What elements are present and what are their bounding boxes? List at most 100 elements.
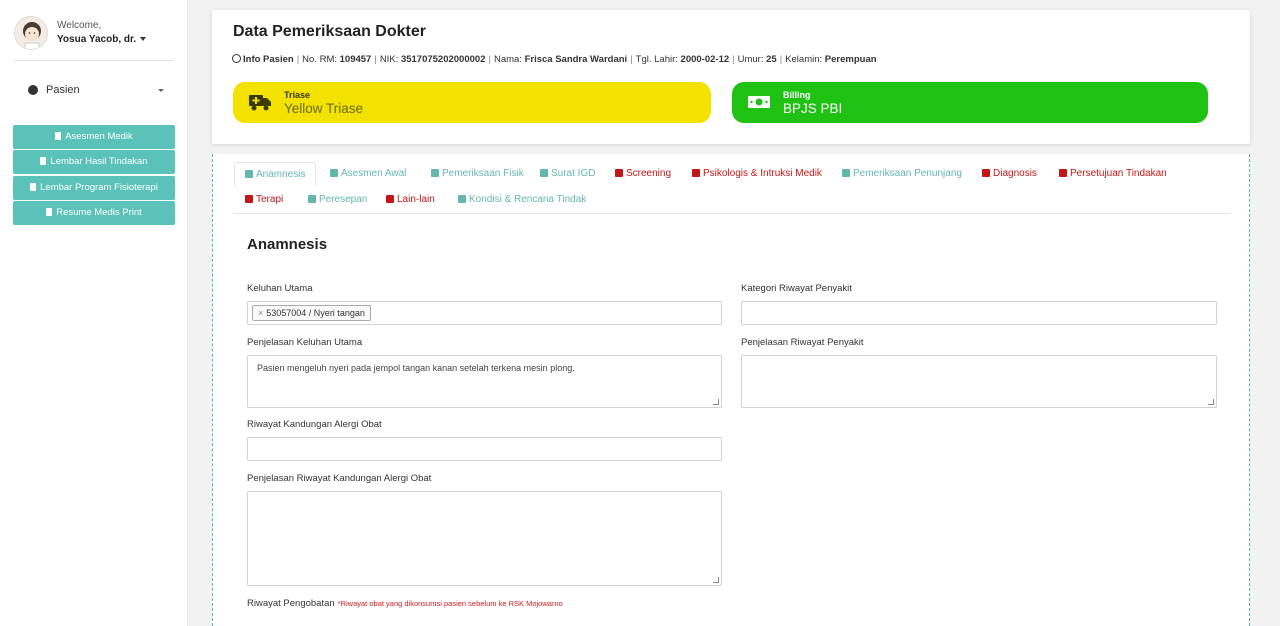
no-rm-label: No. RM: <box>302 54 337 65</box>
sidebar-item-pasien[interactable]: Pasien <box>14 78 174 102</box>
billing-value: BPJS PBI <box>783 101 843 116</box>
caret-down-icon <box>140 37 147 42</box>
welcome-text: Welcome, <box>57 20 102 31</box>
tab-label: Persetujuan Tindakan <box>1070 168 1167 179</box>
globe-icon <box>28 85 38 95</box>
tab-surat-igd[interactable]: Surat IGD <box>540 162 595 186</box>
patient-header-card: Data Pemeriksaan Dokter Info Pasien | No. … <box>212 10 1250 144</box>
chevron-down-icon <box>158 89 164 92</box>
tab-bar: Anamnesis Asesmen Awal Pemeriksaan Fisik… <box>234 162 1230 214</box>
triase-label: Triase <box>284 90 311 100</box>
file-icon <box>46 208 53 216</box>
nama-label: Nama: <box>493 54 522 65</box>
billing-box: Billing BPJS PBI <box>732 82 1208 123</box>
tab-terapi[interactable]: Terapi <box>245 188 283 212</box>
avatar <box>14 16 48 50</box>
section-title: Anamnesis <box>247 236 328 253</box>
keluhan-utama-label: Keluhan Utama <box>247 283 313 294</box>
user-profile[interactable]: Welcome, Yosua Yacob, dr. <box>14 16 184 52</box>
keluhan-utama-select[interactable]: × 53057004 / Nyeri tangan <box>247 301 722 325</box>
penjelasan-alergi-textarea[interactable] <box>247 491 722 586</box>
no-rm-value: 109457 <box>339 54 372 65</box>
tag-text: 53057004 / Nyeri tangan <box>266 308 365 318</box>
medkit-icon <box>982 169 990 177</box>
tab-label: Screening <box>626 168 672 179</box>
tab-label: Lain-lain <box>397 194 435 205</box>
triase-box: Triase Yellow Triase <box>233 82 711 123</box>
billing-label: Billing <box>783 90 811 100</box>
alergi-label: Riwayat Kandungan Alergi Obat <box>247 419 382 430</box>
button-label: Resume Medis Print <box>56 207 142 218</box>
tab-psikologis[interactable]: Psikologis & Intruksi Medik <box>692 162 822 186</box>
remove-tag-icon[interactable]: × <box>258 308 263 318</box>
hospital-icon <box>842 169 850 177</box>
sidebar-divider <box>14 60 174 61</box>
money-icon <box>748 96 770 108</box>
tab-peresepan[interactable]: Peresepan <box>308 188 367 212</box>
tab-label: Peresepan <box>319 194 368 205</box>
stethoscope-icon <box>330 169 338 177</box>
tab-persetujuan-tindakan[interactable]: Persetujuan Tindakan <box>1059 162 1167 186</box>
patient-info: Info Pasien | No. RM: 109457 | NIK: 35170752… <box>232 54 877 65</box>
tab-kondisi-rencana-tindak[interactable]: Kondisi & Rencana Tindak <box>458 188 586 212</box>
button-label: Lembar Program Fisioterapi <box>40 182 158 193</box>
tab-label: Pemeriksaan Penunjang <box>853 168 962 179</box>
tab-diagnosis[interactable]: Diagnosis <box>982 162 1037 186</box>
user-name[interactable]: Yosua Yacob, dr. <box>57 34 147 45</box>
pengobatan-label-text: Riwayat Pengobatan <box>247 598 335 609</box>
keluhan-tag[interactable]: × 53057004 / Nyeri tangan <box>252 305 371 321</box>
pengobatan-note: *Riwayat obat yang dikonsumsi pasien seb… <box>337 599 563 608</box>
kategori-label: Kategori Riwayat Penyakit <box>741 283 852 294</box>
sidebar: Welcome, Yosua Yacob, dr. Pasien Asesmen… <box>0 0 188 626</box>
resize-handle-icon[interactable] <box>713 577 719 583</box>
alergi-input[interactable] <box>247 437 722 461</box>
file-icon <box>40 157 47 165</box>
tab-label: Kondisi & Rencana Tindak <box>469 194 587 205</box>
book-icon <box>308 195 316 203</box>
tab-label: Diagnosis <box>993 168 1037 179</box>
button-label: Lembar Hasil Tindakan <box>50 156 148 167</box>
hospital-icon <box>245 170 253 178</box>
button-label: Asesmen Medik <box>65 131 133 142</box>
penjelasan-keluhan-value: Pasien mengeluh nyeri pada jempol tangan… <box>257 363 575 373</box>
asesmen-medik-button[interactable]: Asesmen Medik <box>13 125 175 149</box>
penjelasan-riwayat-label: Penjelasan Riwayat Penyakit <box>741 337 864 348</box>
page-title: Data Pemeriksaan Dokter <box>233 23 426 40</box>
nik-label: NIK: <box>379 54 399 65</box>
tab-divider <box>234 213 1230 214</box>
umur-value: 25 <box>766 54 777 65</box>
ambulance-icon <box>249 95 271 111</box>
resize-handle-icon[interactable] <box>1208 399 1214 405</box>
kategori-select[interactable] <box>741 301 1217 325</box>
user-icon <box>232 54 241 63</box>
tab-lain-lain[interactable]: Lain-lain <box>386 188 435 212</box>
lembar-program-fisioterapi-button[interactable]: Lembar Program Fisioterapi <box>13 176 175 200</box>
tab-asesmen-awal[interactable]: Asesmen Awal <box>330 162 406 186</box>
penjelasan-riwayat-textarea[interactable] <box>741 355 1217 408</box>
lembar-hasil-tindakan-button[interactable]: Lembar Hasil Tindakan <box>13 150 175 174</box>
tab-pemeriksaan-penunjang[interactable]: Pemeriksaan Penunjang <box>842 162 962 186</box>
tgl-lahir-label: Tgl. Lahir: <box>635 54 678 65</box>
penjelasan-alergi-label: Penjelasan Riwayat Kandungan Alergi Obat <box>247 473 432 484</box>
file-icon <box>55 132 62 140</box>
resume-medis-print-button[interactable]: Resume Medis Print <box>13 201 175 225</box>
info-label: Info Pasien <box>243 54 294 65</box>
nik-value: 3517075202000002 <box>400 54 486 65</box>
tab-pemeriksaan-fisik[interactable]: Pemeriksaan Fisik <box>431 162 524 186</box>
user-name-text: Yosua Yacob, dr. <box>57 34 137 45</box>
tab-label: Anamnesis <box>256 169 306 180</box>
kelamin-label: Kelamin: <box>785 54 823 65</box>
wheelchair-icon <box>245 195 253 203</box>
book-icon <box>386 195 394 203</box>
tab-anamnesis[interactable]: Anamnesis <box>234 162 317 186</box>
medkit-icon <box>615 169 623 177</box>
tab-screening[interactable]: Screening <box>615 162 671 186</box>
file-icon <box>540 169 548 177</box>
tab-label: Pemeriksaan Fisik <box>442 168 524 179</box>
penjelasan-keluhan-textarea[interactable]: Pasien mengeluh nyeri pada jempol tangan… <box>247 355 722 408</box>
resize-handle-icon[interactable] <box>713 399 719 405</box>
user-doctor-icon <box>692 169 700 177</box>
triase-value: Yellow Triase <box>284 101 364 116</box>
pengobatan-label: Riwayat Pengobatan *Riwayat obat yang dik… <box>247 598 563 609</box>
book-icon <box>458 195 466 203</box>
